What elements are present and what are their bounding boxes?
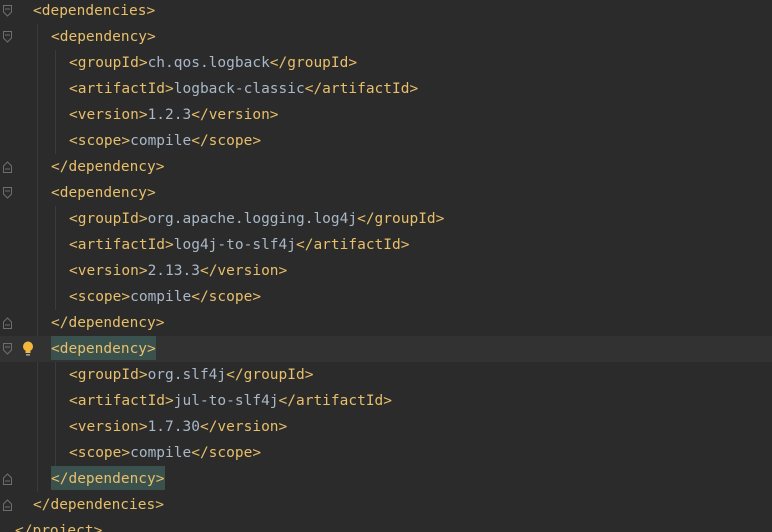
xml-tag: </artifactId> bbox=[278, 393, 393, 409]
xml-tag: <scope> bbox=[69, 289, 131, 305]
xml-value: logback-classic bbox=[173, 81, 305, 97]
xml-tag: </groupId> bbox=[226, 367, 314, 383]
xml-value: log4j-to-slf4j bbox=[173, 237, 296, 253]
xml-tag: <version> bbox=[69, 263, 148, 279]
code-line[interactable]: <artifactId>logback-classic</artifactId> bbox=[0, 76, 772, 102]
code-line[interactable]: <artifactId>log4j-to-slf4j</artifactId> bbox=[0, 232, 772, 258]
code-text: </dependency> bbox=[51, 154, 165, 180]
xml-value: 1.7.30 bbox=[147, 419, 200, 435]
xml-tag: </artifactId> bbox=[304, 81, 419, 97]
code-text: <scope>compile</scope> bbox=[69, 440, 261, 466]
xml-tag: <scope> bbox=[69, 445, 131, 461]
code-text: <version>1.7.30</version> bbox=[69, 414, 287, 440]
code-line[interactable]: <groupId>org.apache.logging.log4j</group… bbox=[0, 206, 772, 232]
xml-value: compile bbox=[130, 289, 192, 305]
xml-tag: <groupId> bbox=[69, 367, 148, 383]
code-line[interactable]: <version>1.7.30</version> bbox=[0, 414, 772, 440]
code-line[interactable]: <groupId>org.slf4j</groupId> bbox=[0, 362, 772, 388]
xml-tag: <dependency> bbox=[51, 336, 156, 360]
xml-tag: <scope> bbox=[69, 133, 131, 149]
xml-tag: <dependency> bbox=[51, 185, 156, 201]
xml-value: ch.qos.logback bbox=[147, 55, 270, 71]
xml-value: org.slf4j bbox=[147, 367, 227, 383]
code-line[interactable]: <dependency> bbox=[0, 180, 772, 206]
xml-tag: </dependency> bbox=[51, 159, 165, 175]
code-line[interactable]: <dependencies> bbox=[0, 0, 772, 24]
code-text: <artifactId>log4j-to-slf4j</artifactId> bbox=[69, 232, 409, 258]
xml-tag: <artifactId> bbox=[69, 237, 174, 253]
xml-tag: </dependency> bbox=[51, 315, 165, 331]
code-line[interactable]: <artifactId>jul-to-slf4j</artifactId> bbox=[0, 388, 772, 414]
xml-value: jul-to-slf4j bbox=[173, 393, 279, 409]
code-line[interactable]: </project> bbox=[0, 518, 772, 532]
code-line[interactable]: <version>1.2.3</version> bbox=[0, 102, 772, 128]
code-text: <version>1.2.3</version> bbox=[69, 102, 279, 128]
code-text: </dependency> bbox=[51, 466, 165, 492]
code-line[interactable]: <dependency> bbox=[0, 336, 772, 362]
code-text: <scope>compile</scope> bbox=[69, 128, 261, 154]
xml-tag: </groupId> bbox=[357, 211, 445, 227]
xml-value: org.apache.logging.log4j bbox=[147, 211, 358, 227]
code-line[interactable]: </dependencies> bbox=[0, 492, 772, 518]
fold-marker-icon[interactable] bbox=[3, 31, 12, 43]
xml-tag: <dependency> bbox=[51, 29, 156, 45]
xml-tag: <groupId> bbox=[69, 211, 148, 227]
xml-tag: <artifactId> bbox=[69, 393, 174, 409]
code-text: <scope>compile</scope> bbox=[69, 284, 261, 310]
code-line[interactable]: <groupId>ch.qos.logback</groupId> bbox=[0, 50, 772, 76]
fold-marker-icon[interactable] bbox=[3, 317, 12, 329]
xml-tag: </artifactId> bbox=[295, 237, 410, 253]
xml-value: compile bbox=[130, 133, 192, 149]
xml-tag: </scope> bbox=[191, 445, 262, 461]
xml-tag: </scope> bbox=[191, 133, 262, 149]
code-editor[interactable]: <dependencies> <dependency> <groupId>ch.qo… bbox=[0, 0, 772, 532]
code-line[interactable]: </dependency> bbox=[0, 310, 772, 336]
code-line[interactable]: <scope>compile</scope> bbox=[0, 440, 772, 466]
code-text: <dependencies> bbox=[33, 0, 155, 24]
lightbulb-icon[interactable] bbox=[21, 340, 35, 358]
xml-tag: <artifactId> bbox=[69, 81, 174, 97]
xml-tag: </dependencies> bbox=[33, 497, 164, 513]
xml-tag: </dependency> bbox=[51, 466, 165, 490]
code-text: <dependency> bbox=[51, 24, 156, 50]
code-text: <groupId>org.slf4j</groupId> bbox=[69, 362, 313, 388]
xml-tag: </groupId> bbox=[269, 55, 358, 71]
fold-marker-icon[interactable] bbox=[3, 343, 12, 355]
xml-tag: <groupId> bbox=[69, 55, 148, 71]
code-text: <dependency> bbox=[51, 180, 156, 206]
xml-tag: </version> bbox=[191, 107, 279, 123]
xml-tag: </version> bbox=[199, 419, 288, 435]
xml-value: 1.2.3 bbox=[147, 107, 192, 123]
code-text: <version>2.13.3</version> bbox=[69, 258, 287, 284]
code-text: </dependency> bbox=[51, 310, 165, 336]
fold-marker-icon[interactable] bbox=[3, 499, 12, 511]
code-line[interactable]: </dependency> bbox=[0, 466, 772, 492]
xml-value: compile bbox=[130, 445, 192, 461]
code-text: <artifactId>logback-classic</artifactId> bbox=[69, 76, 418, 102]
fold-marker-icon[interactable] bbox=[3, 5, 12, 17]
code-line[interactable]: <scope>compile</scope> bbox=[0, 284, 772, 310]
code-text: <dependency> bbox=[51, 336, 156, 362]
fold-marker-icon[interactable] bbox=[3, 161, 12, 173]
code-text: </project> bbox=[15, 518, 102, 532]
xml-value: 2.13.3 bbox=[147, 263, 200, 279]
code-text: </dependencies> bbox=[33, 492, 164, 518]
xml-tag: </scope> bbox=[191, 289, 262, 305]
code-line[interactable]: </dependency> bbox=[0, 154, 772, 180]
fold-marker-icon[interactable] bbox=[3, 187, 12, 199]
code-line[interactable]: <dependency> bbox=[0, 24, 772, 50]
code-line[interactable]: <scope>compile</scope> bbox=[0, 128, 772, 154]
code-text: <groupId>org.apache.logging.log4j</group… bbox=[69, 206, 444, 232]
xml-tag: <version> bbox=[69, 419, 148, 435]
code-text: <groupId>ch.qos.logback</groupId> bbox=[69, 50, 357, 76]
xml-tag: </version> bbox=[199, 263, 288, 279]
fold-marker-icon[interactable] bbox=[3, 473, 12, 485]
code-line[interactable]: <version>2.13.3</version> bbox=[0, 258, 772, 284]
xml-tag: <version> bbox=[69, 107, 148, 123]
xml-tag: <dependencies> bbox=[33, 3, 156, 19]
code-text: <artifactId>jul-to-slf4j</artifactId> bbox=[69, 388, 392, 414]
xml-tag: </project> bbox=[15, 523, 103, 532]
